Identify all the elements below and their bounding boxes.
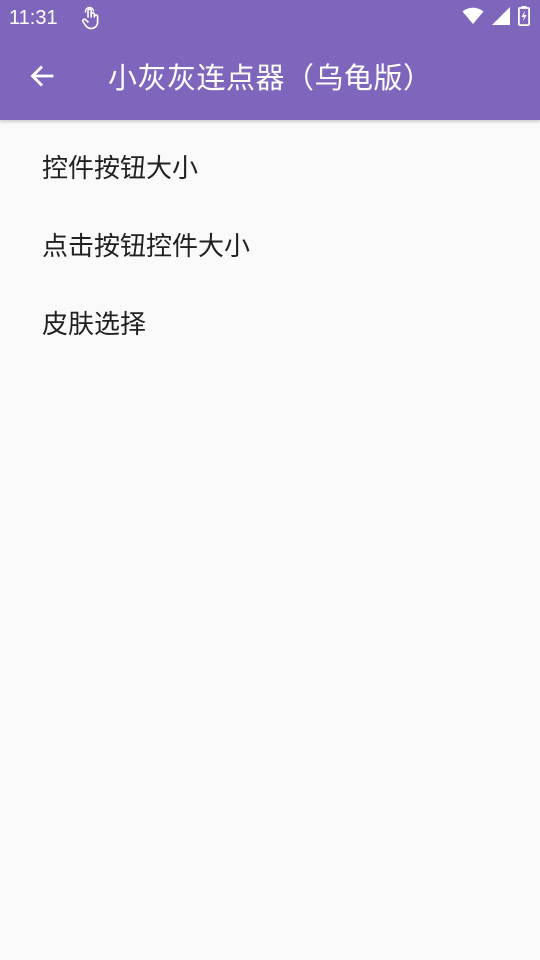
settings-list: 控件按钮大小 点击按钮控件大小 皮肤选择 — [0, 120, 540, 364]
battery-charging-icon — [517, 6, 530, 30]
settings-item-skin-selection[interactable]: 皮肤选择 — [0, 286, 540, 364]
settings-item-label: 控件按钮大小 — [42, 154, 199, 184]
status-time: 11:31 — [9, 7, 58, 29]
signal-icon — [492, 7, 510, 29]
arrow-left-icon — [29, 63, 55, 93]
wifi-icon — [462, 7, 484, 29]
status-icons — [462, 6, 530, 30]
app-title: 小灰灰连点器（乌龟版） — [108, 61, 433, 95]
settings-item-click-button-control-size[interactable]: 点击按钮控件大小 — [0, 208, 540, 286]
touch-icon — [80, 6, 102, 30]
status-bar: 11:31 — [0, 0, 540, 36]
settings-item-control-button-size[interactable]: 控件按钮大小 — [0, 130, 540, 208]
settings-item-label: 皮肤选择 — [42, 310, 147, 340]
back-button[interactable] — [18, 54, 66, 102]
settings-item-label: 点击按钮控件大小 — [42, 232, 251, 262]
app-bar: 小灰灰连点器（乌龟版） — [0, 36, 540, 120]
screen: 11:31 小灰灰连点器（乌龟版） 控件按钮大小 点击按钮控件大小 皮肤选择 — [0, 0, 540, 960]
